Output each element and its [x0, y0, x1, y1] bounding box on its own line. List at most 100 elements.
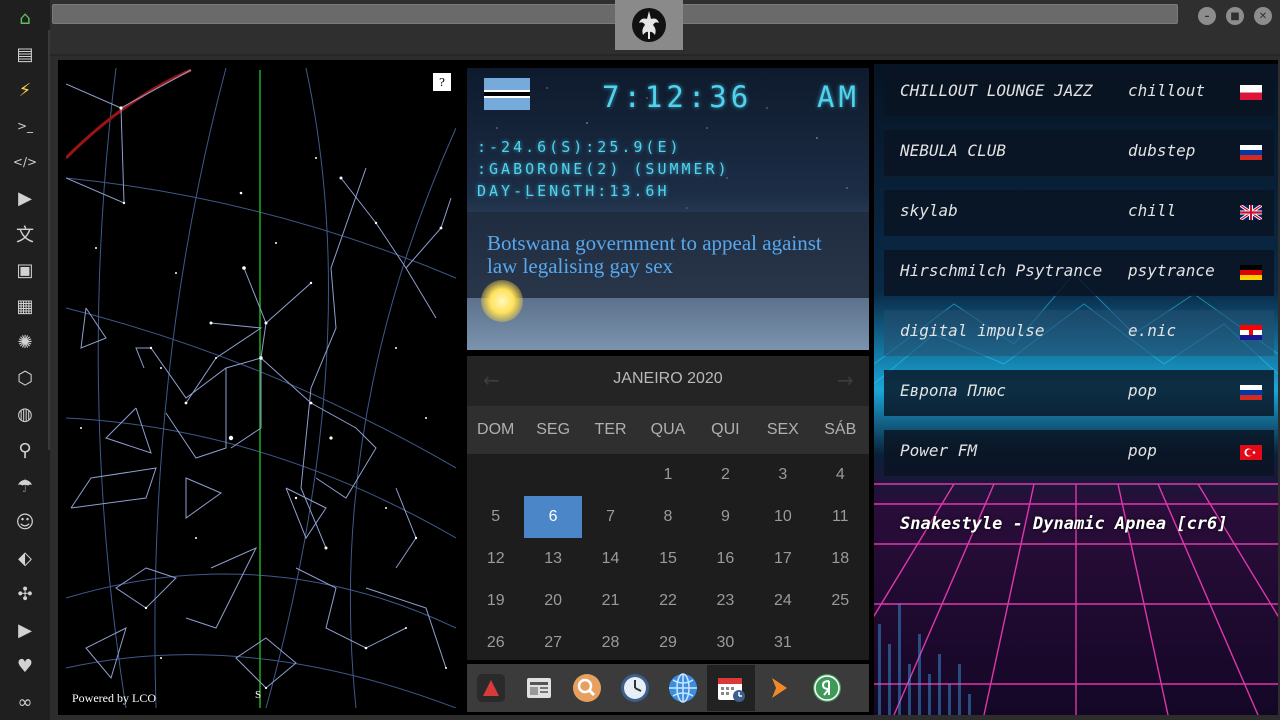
- calendar-day[interactable]: 4: [812, 454, 869, 496]
- calendar-day[interactable]: 11: [812, 496, 869, 538]
- calendar-day[interactable]: 20: [524, 580, 581, 622]
- news-ticker[interactable]: Botswana government to appeal against la…: [467, 212, 869, 298]
- calendar-day[interactable]: 12: [467, 538, 524, 580]
- calendar-day[interactable]: 5: [467, 496, 524, 538]
- calendar-day[interactable]: 14: [582, 538, 639, 580]
- station-genre: chillout: [1128, 81, 1206, 100]
- radio-station-item[interactable]: NEBULA CLUB dubstep: [884, 130, 1274, 176]
- contacts-icon[interactable]: ☺: [12, 509, 38, 535]
- globe-icon[interactable]: ◍: [12, 401, 38, 427]
- infinity-icon[interactable]: ∞: [12, 689, 38, 715]
- station-name: CHILLOUT LOUNGE JAZZ: [900, 81, 1093, 100]
- calendar-day[interactable]: 17: [754, 538, 811, 580]
- calendar-day[interactable]: 29: [639, 622, 696, 664]
- calendar-day[interactable]: 18: [812, 538, 869, 580]
- weekday-label: QUI: [711, 421, 740, 438]
- calendar-day[interactable]: 9: [697, 496, 754, 538]
- code-icon[interactable]: </>: [12, 149, 38, 175]
- calendar-day[interactable]: 24: [754, 580, 811, 622]
- dock-app-yandex-icon[interactable]: [803, 665, 851, 711]
- lightning-icon[interactable]: ⚡: [12, 77, 38, 103]
- ecliptic-arc: [66, 68, 192, 160]
- calendar-weekday-row: DOM SEG TER QUA QUI SEX SÁB: [467, 406, 869, 454]
- calendar-day[interactable]: 2: [697, 454, 754, 496]
- image-icon[interactable]: ▣: [12, 257, 38, 283]
- rebel-alliance-logo-icon: [632, 8, 666, 42]
- maximize-button[interactable]: ■: [1226, 7, 1244, 25]
- dock-app-globe-icon[interactable]: [659, 665, 707, 711]
- rebel-logo-tab[interactable]: [615, 0, 683, 50]
- calendar-day[interactable]: 19: [467, 580, 524, 622]
- lco-credit[interactable]: Powered by LCO: [72, 691, 156, 706]
- sidebar-divider: [48, 30, 50, 450]
- time-display: 7:12:36: [602, 80, 753, 114]
- day-length-readout: DAY-LENGTH:13.6H: [477, 182, 670, 200]
- calendar-day[interactable]: 21: [582, 580, 639, 622]
- weekday-label: QUA: [650, 421, 686, 438]
- calendar-day[interactable]: 23: [697, 580, 754, 622]
- calendar-day[interactable]: 16: [697, 538, 754, 580]
- radio-station-item[interactable]: Европа Плюс pop: [884, 370, 1274, 416]
- translate-icon[interactable]: 文: [12, 221, 38, 247]
- dock-app-calendar-icon[interactable]: [707, 665, 755, 711]
- terminal-icon[interactable]: >_: [12, 113, 38, 139]
- next-month-button[interactable]: →: [837, 368, 854, 392]
- station-genre: psytrance: [1128, 261, 1215, 280]
- document-icon[interactable]: ▤: [12, 41, 38, 67]
- calendar-day[interactable]: 22: [639, 580, 696, 622]
- calendar-day[interactable]: 10: [754, 496, 811, 538]
- hexagon-icon[interactable]: ⬡: [12, 365, 38, 391]
- de-flag-icon: [1240, 265, 1262, 280]
- station-name: Европа Плюс: [900, 381, 1006, 400]
- now-playing-track: Snakestyle - Dynamic Apnea [cr6]: [900, 514, 1228, 534]
- dock-app-clock-icon[interactable]: [611, 665, 659, 711]
- dock-app-search-icon[interactable]: [563, 665, 611, 711]
- youtube-icon[interactable]: ▶: [12, 617, 38, 643]
- newspaper-icon[interactable]: ▦: [12, 293, 38, 319]
- star-map[interactable]: ? Powered by LCO S: [66, 68, 456, 708]
- radio-station-item[interactable]: skylab chill: [884, 190, 1274, 236]
- calendar-day[interactable]: 1: [639, 454, 696, 496]
- calendar-day[interactable]: 13: [524, 538, 581, 580]
- calendar-day[interactable]: 27: [524, 622, 581, 664]
- help-button[interactable]: ?: [433, 73, 451, 91]
- calendar-day[interactable]: 7: [582, 496, 639, 538]
- station-name: Hirschmilch Psytrance: [900, 261, 1103, 280]
- home-icon[interactable]: ⌂: [12, 5, 38, 31]
- calendar-day-selected[interactable]: 6: [524, 496, 582, 538]
- calendar-day[interactable]: 8: [639, 496, 696, 538]
- play-icon[interactable]: ▶: [12, 185, 38, 211]
- calendar-day[interactable]: 31: [754, 622, 811, 664]
- radio-station-item[interactable]: digital impulse e.nic: [884, 310, 1274, 356]
- calendar-widget: ← JANEIRO 2020 → DOM SEG TER QUA QUI SEX SÁB 1…: [467, 356, 869, 660]
- gb-flag-icon: [1240, 205, 1262, 220]
- calendar-day[interactable]: 30: [697, 622, 754, 664]
- calendar-day[interactable]: 25: [812, 580, 869, 622]
- dock-app-red-triangle-icon[interactable]: [467, 665, 515, 711]
- left-icon-bar: ⌂ ▤ ⚡ >_ </> ▶ 文 ▣ ▦ ✺ ⬡ ◍ ⚲ ☂ ☺ ⬖ ✣ ▶ ♥ ∞: [0, 0, 50, 720]
- minimize-button[interactable]: –: [1198, 7, 1216, 25]
- weekday-label: SEG: [536, 421, 571, 438]
- clock-weather-panel: 7:12:36 AM :-24.6(S):25.9(E) :GABORONE(2…: [467, 68, 869, 350]
- radio-station-item[interactable]: Power FM pop: [884, 430, 1274, 476]
- umbrella-icon[interactable]: ☂: [12, 473, 38, 499]
- station-genre: pop: [1128, 381, 1157, 400]
- close-button[interactable]: ✕: [1254, 7, 1272, 25]
- radio-station-item[interactable]: Hirschmilch Psytrance psytrance: [884, 250, 1274, 296]
- ru-flag-icon: [1240, 145, 1262, 160]
- rebel-alliance-icon[interactable]: ✺: [12, 329, 38, 355]
- title-bar: – ■ ✕: [50, 0, 1280, 56]
- news-headline[interactable]: Botswana government to appeal against la…: [487, 232, 857, 278]
- radio-station-item[interactable]: CHILLOUT LOUNGE JAZZ chillout: [884, 70, 1274, 116]
- calendar-day[interactable]: 28: [582, 622, 639, 664]
- calendar-day[interactable]: 3: [754, 454, 811, 496]
- dock-app-play-arrow-icon[interactable]: [755, 665, 803, 711]
- link-icon[interactable]: ⬖: [12, 545, 38, 571]
- search-icon[interactable]: ⚲: [12, 437, 38, 463]
- fullscreen-icon[interactable]: ✣: [12, 581, 38, 607]
- calendar-day[interactable]: 15: [639, 538, 696, 580]
- tr-flag-icon: [1240, 445, 1262, 460]
- calendar-day[interactable]: 26: [467, 622, 524, 664]
- dock-app-newsreader-icon[interactable]: [515, 665, 563, 711]
- heart-icon[interactable]: ♥: [12, 653, 38, 679]
